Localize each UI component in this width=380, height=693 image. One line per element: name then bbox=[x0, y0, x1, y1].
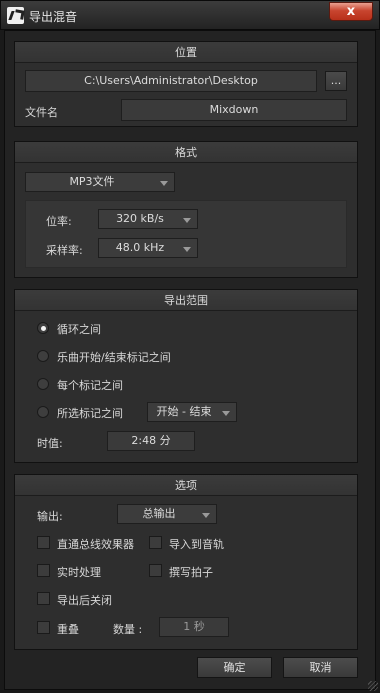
range-option-each-marker[interactable]: 每个标记之间 bbox=[57, 377, 123, 393]
options-panel: 选项 输出: 总输出 直通总线效果器 导入到音轨 实时处理 撰写拍子 导出后关闭… bbox=[14, 474, 358, 650]
samplerate-dropdown[interactable]: 48.0 kHz bbox=[98, 238, 198, 258]
write-tempo-label[interactable]: 撰写拍子 bbox=[169, 564, 213, 580]
browse-button[interactable]: ... bbox=[325, 71, 347, 91]
chevron-down-icon bbox=[183, 218, 191, 223]
range-option-loop[interactable]: 循环之间 bbox=[57, 321, 101, 337]
import-track-checkbox[interactable] bbox=[149, 536, 162, 549]
marker-range-dropdown[interactable]: 开始 - 结束 bbox=[147, 402, 237, 422]
range-radio-selected-markers[interactable] bbox=[37, 406, 49, 418]
overlap-checkbox[interactable] bbox=[37, 621, 50, 634]
direct-bus-fx-label[interactable]: 直通总线效果器 bbox=[57, 536, 134, 552]
ok-button[interactable]: 确定 bbox=[197, 657, 272, 678]
format-header: 格式 bbox=[15, 142, 357, 163]
chevron-down-icon bbox=[222, 411, 230, 416]
direct-bus-fx-checkbox[interactable] bbox=[37, 536, 50, 549]
range-radio-loop[interactable] bbox=[37, 322, 49, 334]
chevron-down-icon bbox=[202, 513, 210, 518]
location-header: 位置 bbox=[15, 42, 357, 63]
filename-field[interactable]: Mixdown bbox=[121, 99, 347, 121]
bitrate-label: 位率: bbox=[46, 215, 72, 228]
duration-label: 时值: bbox=[37, 437, 63, 450]
path-field[interactable]: C:\Users\Administrator\Desktop bbox=[25, 70, 317, 92]
write-tempo-checkbox[interactable] bbox=[149, 564, 162, 577]
range-option-selected-markers[interactable]: 所选标记之间 bbox=[57, 405, 123, 421]
chevron-down-icon bbox=[183, 247, 191, 252]
output-value: 总输出 bbox=[142, 507, 176, 520]
format-settings-box: 位率: 320 kB/s 采样率: 48.0 kHz bbox=[25, 200, 347, 268]
range-panel: 导出范围 循环之间 乐曲开始/结束标记之间 每个标记之间 所选标记之间 开始 -… bbox=[14, 289, 358, 463]
range-radio-song-markers[interactable] bbox=[37, 350, 49, 362]
resize-grip-icon[interactable] bbox=[368, 681, 378, 691]
cancel-button[interactable]: 取消 bbox=[283, 657, 358, 678]
import-track-label[interactable]: 导入到音轨 bbox=[169, 536, 224, 552]
samplerate-value: 48.0 kHz bbox=[115, 241, 165, 254]
overlap-label[interactable]: 重叠 bbox=[57, 621, 79, 637]
options-header: 选项 bbox=[15, 475, 357, 496]
range-option-song-markers[interactable]: 乐曲开始/结束标记之间 bbox=[57, 349, 171, 365]
realtime-checkbox[interactable] bbox=[37, 564, 50, 577]
samplerate-label: 采样率: bbox=[46, 244, 83, 257]
output-label: 输出: bbox=[37, 510, 63, 523]
format-type-dropdown[interactable]: MP3文件 bbox=[25, 172, 175, 192]
output-dropdown[interactable]: 总输出 bbox=[117, 504, 217, 524]
title-bar: 导出混音 x bbox=[0, 0, 380, 30]
range-header: 导出范围 bbox=[15, 290, 357, 311]
app-logo-icon bbox=[7, 7, 24, 24]
close-button[interactable]: x bbox=[329, 2, 373, 21]
count-field[interactable]: 1 秒 bbox=[159, 617, 229, 637]
close-after-export-label[interactable]: 导出后关闭 bbox=[57, 592, 112, 608]
count-label: 数量 : bbox=[113, 623, 143, 636]
chevron-down-icon bbox=[160, 181, 168, 186]
close-after-export-checkbox[interactable] bbox=[37, 592, 50, 605]
marker-range-value: 开始 - 结束 bbox=[156, 405, 212, 418]
format-panel: 格式 MP3文件 位率: 320 kB/s 采样率: 48.0 kHz bbox=[14, 141, 358, 278]
bitrate-dropdown[interactable]: 320 kB/s bbox=[98, 209, 198, 229]
bitrate-value: 320 kB/s bbox=[116, 212, 164, 225]
realtime-label[interactable]: 实时处理 bbox=[57, 564, 101, 580]
window-title: 导出混音 bbox=[29, 10, 78, 24]
location-panel: 位置 C:\Users\Administrator\Desktop ... 文件… bbox=[14, 41, 358, 127]
format-type-value: MP3文件 bbox=[69, 175, 115, 188]
range-radio-each-marker[interactable] bbox=[37, 378, 49, 390]
filename-label: 文件名 bbox=[25, 106, 58, 119]
duration-field: 2:48 分 bbox=[107, 431, 195, 451]
